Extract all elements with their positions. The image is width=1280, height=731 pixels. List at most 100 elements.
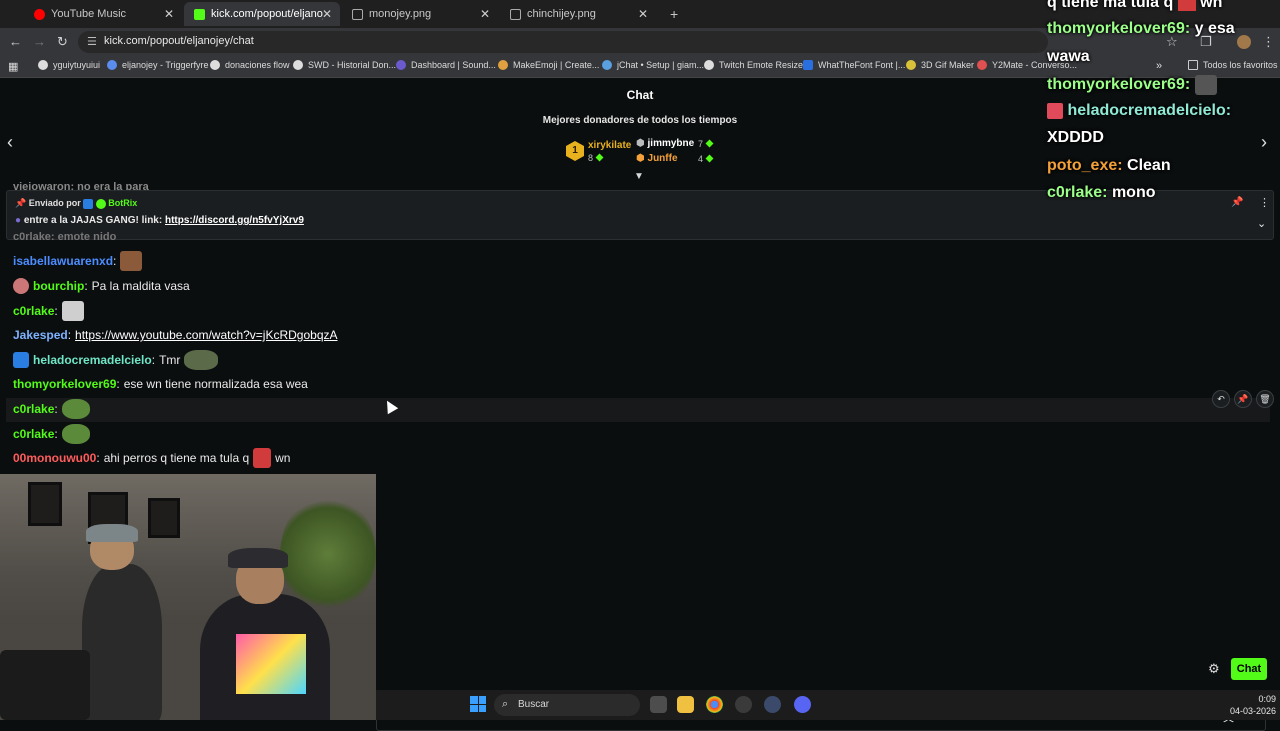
chevron-down-icon[interactable]: ⌄ [1257,217,1266,230]
new-tab-button[interactable]: + [660,2,684,26]
donor-entry[interactable]: ⬢ Junffe [636,153,678,164]
file-explorer-icon[interactable] [677,696,694,713]
chat-message: heladocremadelcielo: Tmr [13,349,219,371]
system-clock[interactable]: 0:09 04-03-2026 [1220,693,1276,717]
chat-username[interactable]: heladocremadelcielo [33,353,152,367]
bookmark-item[interactable]: 3D Gif Maker [906,60,974,70]
donor-name[interactable]: xirykilate [588,140,631,151]
wall-frame [28,482,62,526]
chat-send-button[interactable]: Chat [1231,658,1267,680]
microphone-arm [0,650,90,720]
reply-icon[interactable]: ↶ [1212,390,1230,408]
back-icon[interactable]: ← [9,34,22,49]
close-tab-icon[interactable]: ✕ [322,7,332,21]
tab-kick-chat[interactable]: kick.com/popout/eljanojey/cha ✕ [184,2,340,26]
emote-image [184,350,219,370]
chat-link[interactable]: https://www.youtube.com/watch?v=jKcRDgob… [75,328,337,342]
emote-image [61,424,90,444]
bookmark-item[interactable]: jChat • Setup | giam... [602,60,704,70]
bookmark-item[interactable]: donaciones flow [210,60,290,70]
profile-avatar[interactable] [1237,35,1251,49]
more-bookmarks-icon[interactable]: » [1156,60,1162,72]
bookmark-item[interactable]: WhatTheFont Font |... [803,60,905,70]
reload-icon[interactable]: ↻ [57,34,68,50]
taskbar-search[interactable]: ⌕ Buscar [494,694,640,716]
chat-message: bourchip: Pa la maldita vasa [13,275,190,297]
chat-message: c0rlake: [13,423,90,445]
site-info-icon[interactable]: ☰ [87,35,97,48]
chat-username[interactable]: c0rlake [13,427,54,441]
close-tab-icon[interactable]: ✕ [638,7,648,21]
chat-username[interactable]: isabellawuarenxd [13,254,113,268]
apps-grid-icon[interactable]: ▦ [8,60,18,73]
overlay-line: poto_exe: Clean [1047,157,1171,174]
menu-icon[interactable]: ⋮ [1262,34,1275,50]
pin-message-icon[interactable]: 📌 [1234,390,1252,408]
unpin-icon[interactable]: 📌 [1231,197,1243,208]
bookmark-item[interactable]: Dashboard | Sound... [396,60,496,70]
prev-arrow-icon[interactable]: ‹ [7,132,13,153]
discord-icon[interactable] [794,696,811,713]
emote-image [61,399,90,419]
cap-right [228,548,288,568]
shirt-print [236,634,306,694]
close-tab-icon[interactable]: ✕ [164,7,174,21]
app-icon[interactable] [764,696,781,713]
overlay-line: q tiene ma tula q wn [1047,0,1222,12]
close-tab-icon[interactable]: ✕ [480,7,490,21]
chat-text: wn [275,451,291,465]
windows-taskbar: ⌕ Buscar 0:09 04-03-2026 [376,690,1280,720]
pinned-link[interactable]: https://discord.gg/n5fvYjXrv9 [165,215,304,226]
emote-image [1177,0,1196,11]
chat-text: ahi perros q tiene ma tula q [103,451,250,465]
forward-icon[interactable]: → [33,34,46,49]
next-arrow-icon[interactable]: › [1261,132,1267,153]
overlay-line: thomyorkelover69: y esa [1047,20,1235,37]
bookmark-item[interactable]: eljanojey - Triggerfyre [107,60,209,70]
donor-rank-icon: ⬢ [636,153,645,164]
overlay-line: XDDDD [1047,129,1104,146]
cap-left [86,524,138,542]
donor-entry[interactable]: ⬢ jimmybne [636,138,694,149]
task-view-icon[interactable] [650,696,667,713]
partial-message: c0rlake: emote nido [13,231,117,243]
expand-donors-icon[interactable]: ▼ [634,171,644,182]
chat-username[interactable]: bourchip [33,279,84,293]
tab-monojey[interactable]: monojey.png ✕ [342,2,498,26]
donor-rank-icon: ⬢ [636,138,645,149]
chat-settings-icon[interactable]: ⚙ [1208,661,1220,677]
tab-youtube-music[interactable]: YouTube Music ✕ [24,2,182,26]
pin-icon: 📌 [15,198,27,208]
donor-count: 4 [698,154,714,164]
chat-message: isabellawuarenxd: [13,250,143,272]
bookmark-item[interactable]: SWD - Historial Don... [293,60,396,70]
chat-username[interactable]: 00monouwu00 [13,451,96,465]
verified-badge-icon [95,198,106,209]
chat-message: thomyorkelover69: ese wn tiene normaliza… [13,377,308,391]
bot-badge-icon [13,352,29,368]
hovered-message-row [6,398,1270,422]
chat-text: ese wn tiene normalizada esa wea [123,377,308,391]
delete-icon[interactable]: 🗑 [1256,390,1274,408]
bookmark-item[interactable]: yguiytuyuiui [38,60,100,70]
chat-username[interactable]: c0rlake [13,304,54,318]
chat-message: 00monouwu00: ahi perros q tiene ma tula … [13,447,290,469]
chrome-icon[interactable] [706,696,723,713]
all-bookmarks-folder[interactable]: Todos los favoritos [1188,60,1278,70]
kicks-icon [595,153,604,162]
chat-username[interactable]: c0rlake [13,402,54,416]
windows-start-icon[interactable] [470,696,486,712]
url-field[interactable]: ☰ kick.com/popout/eljanojey/chat [78,31,1048,53]
chat-username[interactable]: thomyorkelover69 [13,377,116,391]
more-options-icon[interactable]: ⋮ [1259,196,1270,209]
obs-icon[interactable] [735,696,752,713]
bookmark-item[interactable]: Twitch Emote Resizer [704,60,806,70]
chat-username[interactable]: Jakesped [13,328,68,342]
chat-text: Pa la maldita vasa [91,279,190,293]
pinned-sender: 📌 Enviado por BotRix [15,198,138,209]
badge-icon [1047,102,1063,119]
tab-chinchijey[interactable]: chinchijey.png ✕ [500,2,656,26]
kick-icon [194,8,205,20]
overlay-line: wawa [1047,48,1090,65]
bookmark-item[interactable]: MakeEmoji | Create... [498,60,599,70]
